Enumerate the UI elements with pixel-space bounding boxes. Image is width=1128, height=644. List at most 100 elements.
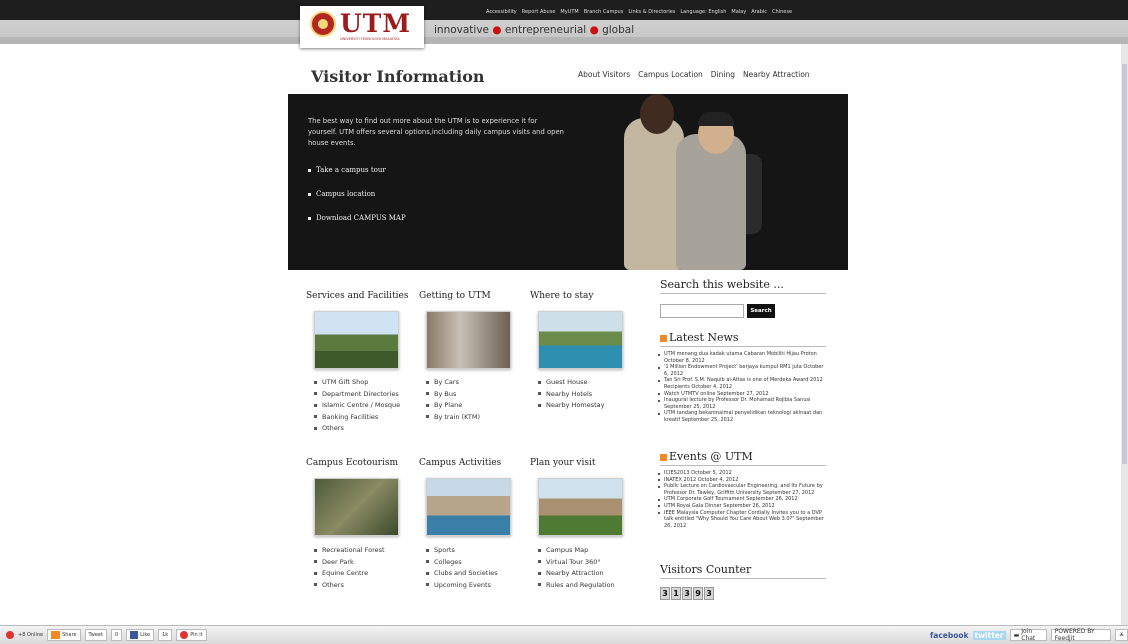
visitors-counter-title: Visitors Counter xyxy=(660,563,826,579)
hero-link[interactable]: Campus location xyxy=(308,190,406,198)
event-item[interactable]: IEEE Malaysia Computer Chapter Cordially… xyxy=(657,510,825,530)
list-item[interactable]: Nearby Homestay xyxy=(538,400,605,412)
social-bar: +8 Online Share Tweet 0 Like 1k Pin it f… xyxy=(0,625,1128,644)
list-item[interactable]: Virtual Tour 360° xyxy=(538,557,615,569)
list-item[interactable]: UTM Gift Shop xyxy=(314,377,400,389)
news-item[interactable]: '1 Million Endowment Project' berjaya ku… xyxy=(657,364,825,377)
thumbnail-activities[interactable] xyxy=(426,478,511,536)
bullet-icon xyxy=(538,571,541,575)
utility-link[interactable]: Language: English xyxy=(680,9,726,15)
page-scrollbar[interactable] xyxy=(1121,44,1128,625)
rss-icon[interactable] xyxy=(660,453,667,461)
join-chat-button[interactable]: ▬ Join Chat xyxy=(1009,628,1047,642)
news-item[interactable]: Watch UTMTV online September 27, 2012 xyxy=(657,391,825,398)
event-item[interactable]: Public Lecture on Cardiovascular Enginee… xyxy=(657,483,825,496)
news-item[interactable]: UTM menang dua kadak utama Cabaran Mobil… xyxy=(657,351,825,364)
news-item[interactable]: UTM tandang bekanmalmal penyelidikan tek… xyxy=(657,410,825,423)
visitors-counter: 3 1 3 9 3 xyxy=(660,587,714,600)
tagline-word: global xyxy=(602,24,635,36)
hero-link-label[interactable]: Campus location xyxy=(316,190,375,198)
list-item[interactable]: Department Directories xyxy=(314,389,400,401)
tweet-button[interactable]: Tweet xyxy=(84,629,107,641)
list-getting: By Cars By Bus By Plane By train (KTM) xyxy=(426,377,480,423)
thumbnail-ecotourism[interactable] xyxy=(314,478,399,536)
thumbnail-services[interactable] xyxy=(314,311,399,369)
utility-link[interactable]: Arabic xyxy=(751,9,767,15)
hero-photo-head-1 xyxy=(640,94,674,134)
list-item[interactable]: Guest House xyxy=(538,377,605,389)
utility-link[interactable]: Report Abuse xyxy=(522,9,556,15)
subnav-item[interactable]: Campus Location xyxy=(638,70,703,79)
subnav-item[interactable]: About Visitors xyxy=(578,70,630,79)
bullet-icon xyxy=(426,403,429,407)
utm-seal-icon xyxy=(310,11,336,37)
bullet-icon xyxy=(426,583,429,586)
utility-link[interactable]: Accessibility xyxy=(486,9,517,15)
like-button[interactable]: Like xyxy=(126,629,155,641)
search-input[interactable] xyxy=(660,304,744,318)
utility-link[interactable]: Links & Directories xyxy=(628,9,675,15)
scrollbar-thumb[interactable] xyxy=(1122,64,1127,464)
list-item[interactable]: Deer Park xyxy=(314,557,385,569)
online-count[interactable]: +8 Online xyxy=(18,632,43,638)
utility-link[interactable]: Chinese xyxy=(772,9,792,15)
news-item[interactable]: Inaugural lecture by Professor Dr. Moham… xyxy=(657,397,825,410)
thumbnail-stay[interactable] xyxy=(538,311,623,369)
hero-link-label[interactable]: Take a campus tour xyxy=(316,166,386,174)
tagline-dot-icon: ● xyxy=(492,24,502,36)
section-title-stay: Where to stay xyxy=(530,291,594,301)
utm-logo[interactable]: UTM UNIVERSITI TEKNOLOGI MALAYSIA xyxy=(300,6,424,48)
search-button[interactable]: Search xyxy=(747,304,775,318)
list-item[interactable]: Colleges xyxy=(426,557,498,569)
header-stripe xyxy=(0,37,1128,44)
utility-link[interactable]: Branch Campus xyxy=(584,9,624,15)
list-item[interactable]: Others xyxy=(314,423,400,435)
list-item[interactable]: Nearby Hotels xyxy=(538,389,605,401)
news-item[interactable]: Tan Sri Prof. S.M. Naquib al-Attas is on… xyxy=(657,377,825,390)
event-item[interactable]: UTM Corporate Golf Tournament September … xyxy=(657,496,825,503)
list-item[interactable]: Rules and Regulation xyxy=(538,580,615,592)
twitter-link[interactable]: twitter xyxy=(972,630,1006,640)
hero-intro: The best way to find out more about the … xyxy=(308,117,564,147)
rss-icon[interactable] xyxy=(660,334,667,342)
feedjit-badge[interactable]: POWERED BY Feedjit xyxy=(1050,628,1111,642)
list-item[interactable]: Banking Facilities xyxy=(314,412,400,424)
event-item[interactable]: INATEX 2012 October 4, 2012 xyxy=(657,477,825,484)
facebook-link[interactable]: facebook xyxy=(930,631,969,640)
list-item[interactable]: By train (KTM) xyxy=(426,412,480,424)
list-item[interactable]: By Bus xyxy=(426,389,480,401)
social-bar-right: facebook twitter ▬ Join Chat POWERED BY F… xyxy=(930,628,1128,642)
page-title: Visitor Information xyxy=(311,67,485,86)
latest-news-title: Latest News xyxy=(660,331,826,347)
bullet-icon xyxy=(314,560,317,563)
list-item[interactable]: Campus Map xyxy=(538,545,615,557)
list-item[interactable]: Upcoming Events xyxy=(426,580,498,592)
section-title-getting: Getting to UTM xyxy=(419,291,491,301)
subnav-item[interactable]: Dining xyxy=(711,70,735,79)
share-button[interactable]: Share xyxy=(47,629,81,641)
list-item[interactable]: Nearby Attraction xyxy=(538,568,615,580)
collapse-icon[interactable]: ≚ xyxy=(1114,629,1128,641)
thumbnail-getting[interactable] xyxy=(426,311,511,369)
event-item[interactable]: ICIES2013 October 5, 2012 xyxy=(657,470,825,477)
subnav-item[interactable]: Nearby Attraction xyxy=(743,70,810,79)
hero-link-label[interactable]: Download CAMPUS MAP xyxy=(316,214,406,222)
list-item[interactable]: Others xyxy=(314,580,385,592)
utility-link[interactable]: MyUTM xyxy=(560,9,578,15)
utility-link[interactable]: Malay xyxy=(731,9,746,15)
share-icon xyxy=(51,631,61,639)
pinit-button[interactable]: Pin it xyxy=(176,629,207,641)
list-item[interactable]: Equine Centre xyxy=(314,568,385,580)
list-item[interactable]: Clubs and Societies xyxy=(426,568,498,580)
event-item[interactable]: UTM Royal Gala Dinner September 26, 2012 xyxy=(657,503,825,510)
list-item[interactable]: Sports xyxy=(426,545,498,557)
list-item[interactable]: By Cars xyxy=(426,377,480,389)
list-item[interactable]: By Plane xyxy=(426,400,480,412)
hero-link[interactable]: Take a campus tour xyxy=(308,166,406,174)
thumbnail-plan[interactable] xyxy=(538,478,623,536)
hero-link[interactable]: Download CAMPUS MAP xyxy=(308,214,406,222)
counter-digit: 3 xyxy=(660,587,670,600)
hero-photo-student-1 xyxy=(624,118,684,270)
list-item[interactable]: Islamic Centre / Mosque xyxy=(314,400,400,412)
list-item[interactable]: Recreational Forest xyxy=(314,545,385,557)
